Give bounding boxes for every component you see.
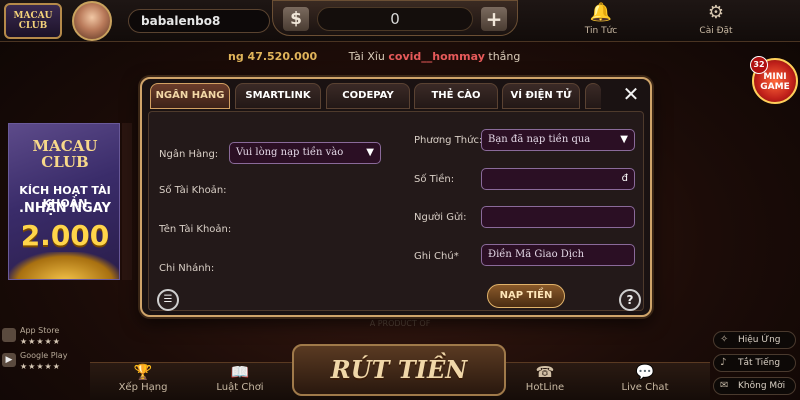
tab-scratch-card[interactable]: THẺ CÀO	[414, 83, 498, 109]
mini-game-badge: 32	[750, 56, 768, 74]
rules-button[interactable]: 📖 Luật Chơi	[205, 362, 275, 400]
apple-icon	[2, 328, 16, 342]
method-label: Phương Thức:	[414, 135, 483, 146]
history-icon[interactable]: ☰	[157, 289, 179, 311]
app-store-label: App Store	[20, 326, 60, 335]
account-number-label: Số Tài Khoản:	[159, 185, 227, 196]
leaderboard-label: Xếp Hạng	[118, 382, 168, 393]
ticker-amount: ng 47.520.000	[228, 50, 318, 63]
top-bar: MACAU CLUB babalenbo8 $ 0 + 🔔 Tin Tức ⚙ …	[0, 0, 800, 42]
news-label: Tin Tức	[584, 26, 618, 36]
ticker-result: thắng	[488, 50, 521, 63]
promo-edge	[122, 123, 132, 280]
balance-value: 0	[317, 7, 473, 31]
transaction-code-input[interactable]: Điền Mã Giao Dịch	[481, 244, 635, 266]
book-icon: 📖	[230, 363, 250, 381]
close-icon[interactable]: ✕	[614, 81, 648, 107]
currency-unit: đ	[621, 173, 628, 184]
app-store-rating: ★★★★★	[20, 337, 61, 346]
bell-icon: 🔔	[589, 2, 613, 23]
promo-amount: 2.000	[20, 219, 110, 252]
deposit-button[interactable]: NẠP TIỀN	[487, 284, 565, 308]
sender-label: Người Gửi:	[414, 212, 467, 223]
promo-banner[interactable]: MACAU CLUB KÍCH HOẠT TÀI KHOẢN .NHẬN NGA…	[8, 123, 120, 280]
trophy-icon: 🏆	[133, 363, 153, 381]
ticker-user: covid__hommay	[388, 50, 485, 63]
mini-game-button[interactable]: 32 MINI GAME	[750, 56, 798, 104]
chevron-down-icon: ▼	[620, 134, 628, 145]
note-label: Ghi Chú*	[414, 251, 459, 262]
chat-icon: 💬	[635, 363, 655, 381]
tab-bank[interactable]: NGÂN HÀNG	[150, 83, 230, 109]
live-chat-label: Live Chat	[621, 382, 669, 393]
google-play-link[interactable]: ▶ Google Play ★★★★★	[0, 351, 70, 377]
dollar-icon[interactable]: $	[283, 7, 309, 31]
promo-line-receive: .NHẬN NGAY	[19, 201, 111, 216]
app-store-link[interactable]: App Store ★★★★★	[0, 326, 70, 352]
sparkle-icon: ✧	[720, 334, 729, 345]
speaker-icon: ♪	[720, 357, 727, 368]
tab-codepay[interactable]: CODEPAY	[326, 83, 410, 109]
account-name-label: Tên Tài Khoản:	[159, 224, 232, 235]
product-credit: A PRODUCT OF	[369, 319, 431, 328]
deposit-dialog: NGÂN HÀNG SMARTLINK CODEPAY THẺ CÀO VÍ Đ…	[140, 77, 652, 317]
game-logo: MACAU CLUB	[4, 3, 62, 39]
no-invite-label: Không Mời	[738, 381, 786, 391]
rules-label: Luật Chơi	[216, 382, 264, 393]
logo-text-top: MACAU	[13, 11, 53, 21]
coins-image	[9, 252, 119, 279]
logo-text-bottom: CLUB	[18, 21, 48, 31]
bank-deposit-form: Ngân Hàng: Vui lòng nạp tiền vào ▼ Số Tà…	[148, 111, 644, 311]
invite-icon: ✉	[720, 380, 729, 391]
hotline-label: HotLine	[525, 382, 565, 393]
amount-input[interactable]: đ	[481, 168, 635, 190]
mini-game-label: MINI GAME	[760, 72, 790, 92]
help-icon[interactable]: ?	[619, 289, 641, 311]
mute-label: Tắt Tiếng	[738, 358, 781, 368]
username: babalenbo8	[128, 9, 270, 33]
leaderboard-button[interactable]: 🏆 Xếp Hạng	[108, 362, 178, 400]
promo-logo: MACAU CLUB	[32, 137, 98, 171]
play-icon: ▶	[2, 353, 16, 367]
live-chat-button[interactable]: 💬 Live Chat	[610, 362, 680, 400]
tab-smartlink[interactable]: SMARTLINK	[235, 83, 321, 109]
payment-tabs: NGÂN HÀNG SMARTLINK CODEPAY THẺ CÀO VÍ Đ…	[146, 83, 601, 111]
news-button[interactable]: 🔔 Tin Tức	[570, 0, 632, 40]
avatar[interactable]	[72, 1, 112, 41]
google-play-label: Google Play	[20, 351, 68, 360]
balance-bar: $ 0 +	[272, 0, 518, 36]
ticker-game: Tài Xỉu	[348, 50, 385, 63]
no-invite-toggle[interactable]: ✉ Không Mời	[713, 377, 796, 395]
bank-select[interactable]: Vui lòng nạp tiền vào ▼	[229, 142, 381, 164]
sender-input[interactable]	[481, 206, 635, 228]
hotline-button[interactable]: ☎ HotLine	[510, 362, 580, 400]
google-play-rating: ★★★★★	[20, 362, 61, 371]
withdraw-button[interactable]: RÚT TIỀN	[292, 344, 506, 396]
bank-select-value: Vui lòng nạp tiền vào	[236, 147, 344, 158]
mute-toggle[interactable]: ♪ Tắt Tiếng	[713, 354, 796, 372]
settings-label: Cài Đặt	[699, 26, 733, 36]
gear-icon: ⚙	[707, 2, 725, 23]
effects-label: Hiệu Ứng	[738, 335, 781, 345]
effects-toggle[interactable]: ✧ Hiệu Ứng	[713, 331, 796, 349]
tab-more[interactable]	[585, 83, 601, 109]
branch-label: Chi Nhánh:	[159, 263, 215, 274]
win-ticker: ng 47.520.000 Tài Xỉu covid__hommay thắn…	[228, 50, 648, 66]
settings-button[interactable]: ⚙ Cài Đặt	[685, 0, 747, 40]
method-select-value: Bạn đã nạp tiền qua	[488, 134, 591, 145]
transaction-code-placeholder: Điền Mã Giao Dịch	[488, 249, 585, 260]
bank-label: Ngân Hàng:	[159, 149, 219, 160]
tab-e-wallet[interactable]: VÍ ĐIỆN TỬ	[502, 83, 580, 109]
chevron-down-icon: ▼	[366, 147, 374, 158]
add-funds-button[interactable]: +	[481, 7, 507, 31]
method-select[interactable]: Bạn đã nạp tiền qua ▼	[481, 129, 635, 151]
phone-icon: ☎	[535, 363, 555, 381]
amount-label: Số Tiền:	[414, 174, 455, 185]
